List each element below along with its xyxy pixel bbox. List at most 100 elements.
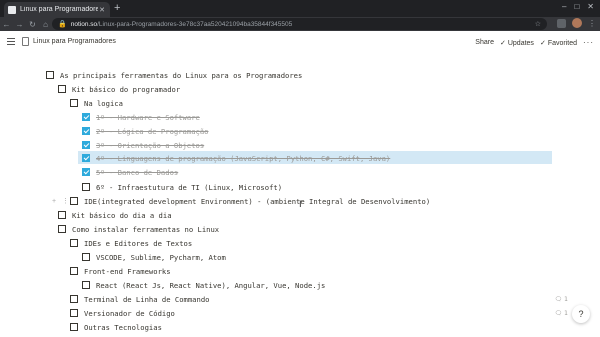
todo-checkbox[interactable] (70, 309, 78, 317)
favorited-button[interactable]: ✓ Favorited (540, 39, 577, 47)
todo-checkbox-checked[interactable] (82, 154, 90, 162)
todo-item: React (React Js, React Native), Angular,… (82, 279, 325, 291)
browser-tab[interactable]: Linux para Programadores ✕ (4, 2, 110, 17)
tab-title: Linux para Programadores (20, 6, 98, 13)
extension-icon[interactable] (557, 18, 566, 28)
new-tab-button[interactable]: + (114, 2, 120, 15)
todo-item: VSCODE, Sublime, Pycharm, Atom (82, 251, 226, 263)
todo-checkbox-checked[interactable] (82, 127, 90, 135)
todo-text[interactable]: As principais ferramentas do Linux para … (60, 71, 302, 80)
todo-item: Versionador de Código (70, 307, 175, 319)
todo-text[interactable]: 6º - Infraestutura de TI (Linux, Microso… (96, 183, 282, 192)
todo-checkbox[interactable] (70, 197, 78, 205)
todo-text[interactable]: Terminal de Linha de Commando (84, 295, 210, 304)
todo-checkbox[interactable] (70, 295, 78, 303)
share-button[interactable]: Share (475, 39, 494, 46)
todo-text[interactable]: 2º - Lógica de Programação (96, 127, 209, 136)
todo-item: Como instalar ferramentas no Linux (58, 223, 219, 235)
todo-text[interactable]: VSCODE, Sublime, Pycharm, Atom (96, 253, 226, 262)
browser-tab-bar: Linux para Programadores ✕ + – □ ✕ (0, 0, 600, 17)
todo-checkbox[interactable] (82, 253, 90, 261)
todo-text[interactable]: 1º - Hardware e Software (96, 113, 200, 122)
todo-text[interactable]: Outras Tecnologias (84, 323, 162, 332)
maximize-icon[interactable]: □ (574, 2, 579, 11)
todo-item: As principais ferramentas do Linux para … (46, 69, 302, 81)
check-icon: ✓ (499, 39, 506, 47)
todo-checkbox[interactable] (58, 211, 66, 219)
more-options-button[interactable]: ··· (583, 38, 594, 47)
todo-checkbox-checked[interactable] (82, 168, 90, 176)
breadcrumb-page-title[interactable]: Linux para Programadores (33, 38, 116, 45)
close-window-icon[interactable]: ✕ (587, 2, 594, 11)
todo-checkbox-checked[interactable] (82, 141, 90, 149)
todo-text[interactable]: 4º - Linguagens de programação (JavaScri… (96, 154, 390, 163)
home-icon[interactable]: ⌂ (39, 20, 52, 29)
comment-count-value: 1 (564, 296, 568, 303)
toggle-item: Kit básico do programador (58, 83, 180, 95)
todo-checkbox[interactable] (82, 281, 90, 289)
todo-checkbox[interactable] (70, 99, 78, 107)
reload-icon[interactable]: ↻ (26, 20, 39, 29)
todo-text[interactable]: 3º - Orientação a Objetos (96, 141, 204, 150)
todo-item: Terminal de Linha de Commando (70, 293, 210, 305)
todo-checkbox[interactable] (70, 267, 78, 275)
todo-checkbox[interactable] (46, 71, 54, 79)
todo-text[interactable]: Front-end Frameworks (84, 267, 171, 276)
url-input[interactable]: 🔒 notion.so/Linux-para-Programadores-3e7… (52, 18, 547, 30)
todo-item: Front-end Frameworks (70, 265, 171, 277)
todo-checkbox[interactable] (82, 183, 90, 191)
todo-text[interactable]: Kit básico do programador (72, 85, 180, 94)
todo-text[interactable]: IDE(integrated development Environment) … (84, 197, 430, 206)
todo-text[interactable]: Na logica (84, 99, 123, 108)
close-tab-icon[interactable]: ✕ (98, 6, 106, 14)
todo-item: IDE(integrated development Environment) … (70, 195, 430, 207)
todo-item: 1º - Hardware e Software (82, 111, 200, 123)
comment-count[interactable]: 🗨 1 (555, 310, 568, 317)
notion-topbar: Linux para Programadores Share ✓ Updates … (0, 31, 600, 55)
back-icon[interactable]: ← (0, 20, 13, 29)
todo-item: Kit básico do dia a dia (58, 209, 172, 221)
notion-favicon-icon (8, 5, 16, 14)
page-content: As principais ferramentas do Linux para … (0, 55, 600, 337)
todo-item: 2º - Lógica de Programação (82, 125, 209, 137)
comment-count[interactable]: 🗨 1 (555, 296, 568, 303)
url-path: /Linux-para-Programadores-3e78c37aa52042… (97, 20, 293, 28)
todo-checkbox[interactable] (70, 323, 78, 331)
forward-icon[interactable]: → (13, 20, 26, 29)
updates-button[interactable]: ✓ Updates (500, 39, 534, 47)
topbar-actions: Share ✓ Updates ✓ Favorited ··· (475, 38, 594, 47)
help-button[interactable]: ? (572, 305, 590, 323)
todo-checkbox-checked[interactable] (82, 113, 90, 121)
todo-checkbox[interactable] (58, 225, 66, 233)
url-host: notion.so (70, 20, 98, 28)
todo-text[interactable]: 5º - Banco de Dados (96, 168, 178, 177)
address-bar: ← → ↻ ⌂ 🔒 notion.so/Linux-para-Programad… (0, 17, 600, 31)
comment-count-value: 1 (564, 310, 568, 317)
window-controls: – □ ✕ (562, 2, 594, 11)
todo-item: Outras Tecnologias (70, 321, 162, 333)
lock-icon[interactable]: 🔒 (58, 20, 67, 28)
todo-item: 6º - Infraestutura de TI (Linux, Microso… (82, 181, 282, 193)
favorited-label: Favorited (547, 39, 577, 47)
comment-icon: 🗨 (554, 296, 565, 303)
todo-checkbox[interactable] (70, 239, 78, 247)
updates-label: Updates (507, 39, 534, 47)
toggle-item: Na logica (70, 97, 123, 109)
todo-checkbox[interactable] (58, 85, 66, 93)
url-text: notion.so/Linux-para-Programadores-3e78c… (71, 21, 293, 28)
minimize-icon[interactable]: – (562, 2, 566, 11)
comment-icon: 🗨 (554, 310, 565, 317)
todo-item: 5º - Banco de Dados (82, 166, 178, 178)
todo-text[interactable]: Como instalar ferramentas no Linux (72, 225, 219, 234)
page-icon (22, 37, 29, 46)
todo-text[interactable]: Versionador de Código (84, 309, 175, 318)
profile-avatar[interactable] (572, 18, 582, 28)
sidebar-toggle-icon[interactable] (7, 38, 15, 45)
bookmark-star-icon[interactable]: ☆ (535, 20, 541, 28)
todo-text[interactable]: IDEs e Editores de Textos (84, 239, 192, 248)
todo-text[interactable]: Kit básico do dia a dia (72, 211, 172, 220)
todo-item: IDEs e Editores de Textos (70, 237, 192, 249)
todo-text[interactable]: React (React Js, React Native), Angular,… (96, 281, 325, 290)
browser-menu-icon[interactable]: ⋮ (588, 19, 596, 28)
todo-item: 3º - Orientação a Objetos (82, 139, 204, 151)
